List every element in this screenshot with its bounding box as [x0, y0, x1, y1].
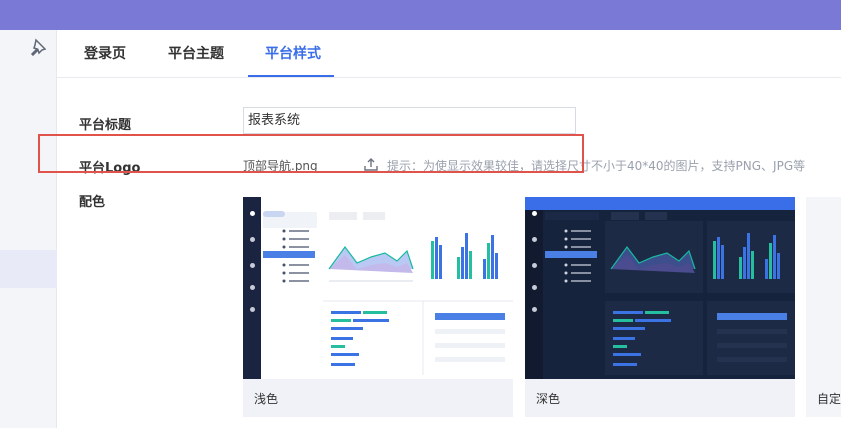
theme-card-custom[interactable]: 自定: [806, 197, 841, 417]
dark-theme-preview: [525, 197, 795, 379]
preview-side-nav: [243, 197, 261, 379]
tab-platform-theme[interactable]: 平台主题: [168, 30, 224, 78]
highlight-box: [38, 134, 584, 173]
theme-label-light: 浅色: [254, 392, 279, 406]
active-tab-indicator: [248, 75, 334, 77]
left-sidebar: [0, 30, 57, 428]
platform-title-input[interactable]: 报表系统: [243, 107, 576, 134]
sidebar-active-item[interactable]: [0, 250, 57, 288]
preview-charts: [564, 221, 795, 375]
preview-charts: [263, 211, 513, 375]
settings-tabs: 登录页 平台主题 平台样式: [57, 30, 841, 78]
color-scheme-label: 配色: [79, 195, 106, 210]
top-header-bar: [0, 0, 841, 30]
pin-icon[interactable]: [29, 38, 47, 57]
preview-side-nav: [525, 197, 543, 379]
theme-label-dark: 深色: [536, 392, 561, 406]
theme-card-dark[interactable]: 深色: [525, 197, 795, 417]
theme-label-custom: 自定: [817, 392, 841, 406]
light-theme-preview: [243, 197, 513, 379]
theme-card-light[interactable]: 浅色: [243, 197, 513, 417]
tab-login-page[interactable]: 登录页: [84, 30, 126, 78]
platform-title-label: 平台标题: [79, 118, 132, 133]
tab-platform-style[interactable]: 平台样式: [265, 30, 321, 78]
